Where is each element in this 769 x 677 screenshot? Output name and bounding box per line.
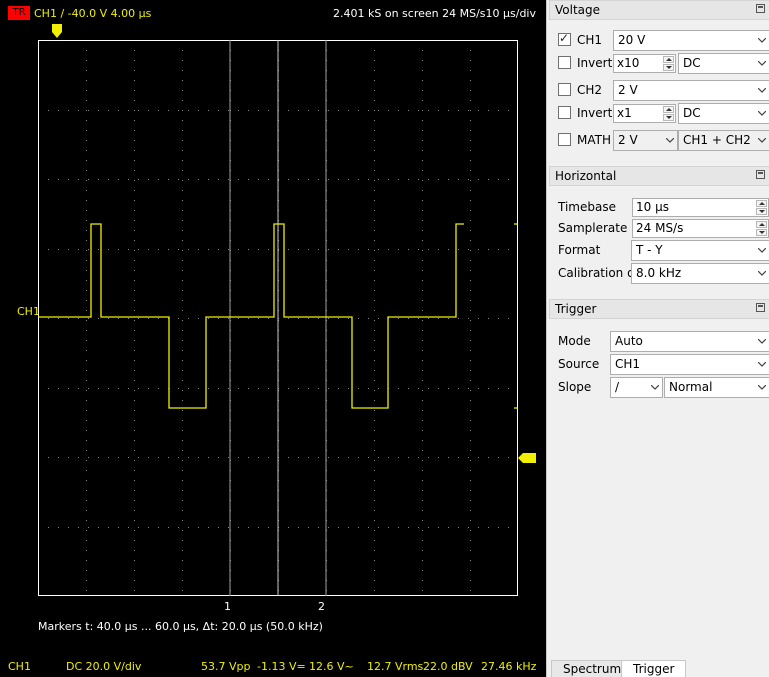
chevron-down-icon bbox=[758, 385, 766, 390]
math-gain-value: 2 V bbox=[618, 133, 638, 147]
trigger-source-select[interactable]: CH1 bbox=[610, 354, 769, 375]
timebase-value: 10 µs bbox=[636, 200, 669, 214]
ch2-checkbox[interactable] bbox=[558, 83, 571, 96]
status-coupling-scale: DC 20.0 V/div bbox=[66, 660, 142, 673]
spin-arrows-icon[interactable] bbox=[663, 56, 674, 71]
samplerate-value: 24 MS/s bbox=[636, 221, 684, 235]
samplerate-spinbox[interactable]: 24 MS/s bbox=[632, 219, 769, 238]
trigger-type-value: Normal bbox=[669, 380, 713, 394]
ch2-label: CH2 bbox=[577, 83, 603, 97]
tab-trigger[interactable]: Trigger bbox=[621, 660, 687, 677]
chevron-down-icon bbox=[758, 61, 766, 66]
ch1-offset-label[interactable]: CH1 bbox=[17, 305, 40, 318]
spin-arrows-icon[interactable] bbox=[756, 221, 767, 236]
spin-arrows-icon[interactable] bbox=[756, 200, 767, 215]
status-channel: CH1 bbox=[8, 660, 31, 673]
chevron-down-icon bbox=[758, 339, 766, 344]
ch1-probe-spinbox[interactable]: x10 bbox=[613, 54, 676, 73]
ch1-header-info: CH1 / -40.0 V 4.00 µs bbox=[34, 7, 152, 20]
trigger-position-marker-icon[interactable] bbox=[52, 24, 62, 38]
status-dbv: 22.0 dBV bbox=[423, 660, 473, 673]
ch2-gain-value: 2 V bbox=[618, 83, 638, 97]
format-value: T - Y bbox=[636, 243, 663, 257]
timebase-spinbox[interactable]: 10 µs bbox=[632, 198, 769, 217]
samplerate-label: Samplerate bbox=[558, 221, 628, 235]
chevron-down-icon bbox=[758, 88, 766, 93]
settings-panel: Voltage CH1 20 V Invert x10 DC CH2 2 V I… bbox=[546, 0, 769, 677]
marker-2-label[interactable]: 2 bbox=[318, 600, 325, 613]
chevron-down-icon bbox=[758, 38, 766, 43]
markers-measurement: Markers t: 40.0 µs ... 60.0 µs, Δt: 20.0… bbox=[38, 620, 323, 633]
horizontal-dock-title: Horizontal bbox=[549, 166, 769, 186]
ch1-coupling-value: DC bbox=[683, 56, 701, 70]
ch2-invert-label: Invert bbox=[577, 106, 613, 120]
trigger-type-select[interactable]: Normal bbox=[664, 377, 769, 398]
ch2-invert-checkbox[interactable] bbox=[558, 106, 571, 119]
scope-graticule[interactable] bbox=[38, 40, 518, 596]
format-label: Format bbox=[558, 243, 601, 257]
trigger-mode-select[interactable]: Auto bbox=[610, 331, 769, 352]
math-checkbox[interactable] bbox=[558, 133, 571, 146]
timebase-label: Timebase bbox=[558, 200, 616, 214]
ch2-probe-spinbox[interactable]: x1 bbox=[613, 104, 676, 123]
status-vrms: 12.7 Vrms bbox=[367, 660, 424, 673]
calibration-value: 8.0 kHz bbox=[636, 266, 682, 280]
chevron-down-icon bbox=[758, 362, 766, 367]
status-frequency: 27.46 kHz bbox=[481, 660, 537, 673]
ch2-gain-select[interactable]: 2 V bbox=[613, 80, 769, 101]
trigger-slope-select[interactable]: / bbox=[610, 377, 663, 398]
trigger-dock-title: Trigger bbox=[549, 299, 769, 319]
scope-display[interactable]: TR CH1 / -40.0 V 4.00 µs 2.401 kS on scr… bbox=[0, 0, 546, 677]
chevron-down-icon bbox=[651, 385, 659, 390]
ch2-coupling-value: DC bbox=[683, 106, 701, 120]
trigger-slope-value: / bbox=[615, 380, 620, 394]
trigger-mode-value: Auto bbox=[615, 334, 643, 348]
ch2-probe-value: x1 bbox=[617, 106, 632, 120]
status-vpp: 53.7 Vpp bbox=[201, 660, 251, 673]
chevron-down-icon bbox=[758, 271, 766, 276]
calibration-select[interactable]: 8.0 kHz bbox=[631, 263, 769, 284]
ch1-checkbox[interactable] bbox=[558, 31, 571, 46]
spin-arrows-icon[interactable] bbox=[663, 106, 674, 121]
status-vac: 12.6 V~ bbox=[309, 660, 354, 673]
ch1-gain-select[interactable]: 20 V bbox=[613, 30, 769, 51]
ch1-trace bbox=[38, 223, 464, 409]
trigger-level-marker-icon[interactable] bbox=[518, 453, 536, 463]
chevron-down-icon bbox=[666, 138, 674, 143]
voltage-dock-title: Voltage bbox=[549, 0, 769, 20]
math-mode-select[interactable]: CH1 + CH2 bbox=[678, 130, 769, 151]
trigger-mode-label: Mode bbox=[558, 334, 591, 348]
ch1-invert-checkbox[interactable] bbox=[558, 56, 571, 69]
ch1-gain-value: 20 V bbox=[618, 33, 646, 47]
format-select[interactable]: T - Y bbox=[631, 240, 769, 261]
trigger-title: Trigger bbox=[555, 302, 597, 316]
trigger-status-badge: TR bbox=[8, 6, 30, 20]
float-icon[interactable] bbox=[756, 303, 765, 312]
ch1-probe-value: x10 bbox=[617, 56, 640, 70]
chevron-down-icon bbox=[758, 248, 766, 253]
float-icon[interactable] bbox=[756, 4, 765, 13]
ch1-invert-label: Invert bbox=[577, 56, 613, 70]
chevron-down-icon bbox=[758, 138, 766, 143]
ch1-coupling-select[interactable]: DC bbox=[678, 53, 769, 74]
trigger-source-value: CH1 bbox=[615, 357, 641, 371]
measurement-status-bar: CH1 DC 20.0 V/div 53.7 Vpp -1.13 V= 12.6… bbox=[8, 660, 538, 677]
marker-1-label[interactable]: 1 bbox=[224, 600, 231, 613]
math-gain-select[interactable]: 2 V bbox=[613, 130, 678, 151]
trigger-source-label: Source bbox=[558, 357, 600, 371]
chevron-down-icon bbox=[758, 111, 766, 116]
horizontal-title: Horizontal bbox=[555, 169, 617, 183]
math-label: MATH bbox=[577, 133, 611, 147]
float-icon[interactable] bbox=[756, 170, 765, 179]
acquisition-info: 2.401 kS on screen 24 MS/s10 µs/div bbox=[333, 7, 536, 20]
voltage-title: Voltage bbox=[555, 3, 601, 17]
trigger-slope-label: Slope bbox=[558, 380, 592, 394]
math-mode-value: CH1 + CH2 bbox=[683, 133, 751, 147]
status-vdc: -1.13 V= bbox=[257, 660, 306, 673]
ch1-label: CH1 bbox=[577, 33, 603, 47]
ch2-coupling-select[interactable]: DC bbox=[678, 103, 769, 124]
